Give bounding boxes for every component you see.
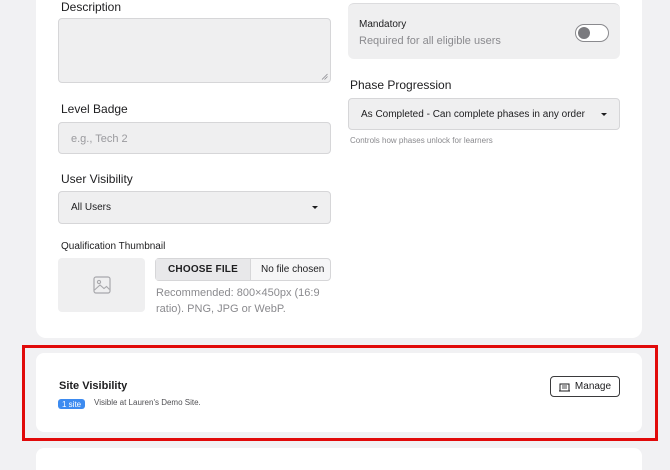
next-section-card — [36, 448, 642, 470]
image-placeholder-icon — [92, 276, 111, 294]
resize-grip-icon[interactable] — [321, 73, 328, 80]
thumbnail-preview — [58, 258, 145, 312]
chevron-down-icon — [601, 112, 607, 116]
mandatory-label: Mandatory — [359, 19, 407, 30]
file-status-text: No file chosen — [260, 264, 325, 275]
thumbnail-label: Qualification Thumbnail — [61, 241, 166, 252]
user-visibility-label: User Visibility — [61, 172, 133, 186]
level-badge-input[interactable]: e.g., Tech 2 — [58, 122, 331, 154]
phase-progression-select[interactable]: As Completed - Can complete phases in an… — [348, 98, 620, 130]
phase-progression-hint: Controls how phases unlock for learners — [350, 136, 493, 145]
choose-file-button[interactable]: CHOOSE FILE — [156, 259, 251, 280]
toggle-knob — [578, 27, 590, 39]
level-badge-label: Level Badge — [61, 102, 128, 116]
mandatory-toggle[interactable] — [575, 24, 609, 42]
description-textarea[interactable] — [58, 18, 331, 83]
chevron-down-icon — [312, 206, 318, 209]
highlight-frame — [22, 345, 658, 441]
thumbnail-hint: Recommended: 800×450px (16:9 ratio). PNG… — [156, 287, 320, 315]
user-visibility-select[interactable]: All Users — [58, 191, 331, 224]
thumbnail-file-input[interactable]: CHOOSE FILE No file chosen — [155, 258, 331, 281]
phase-progression-value: As Completed - Can complete phases in an… — [361, 108, 586, 120]
mandatory-description: Required for all eligible users — [359, 35, 501, 47]
user-visibility-value: All Users — [71, 202, 112, 213]
phase-progression-label: Phase Progression — [350, 78, 452, 92]
description-label: Description — [61, 0, 122, 14]
